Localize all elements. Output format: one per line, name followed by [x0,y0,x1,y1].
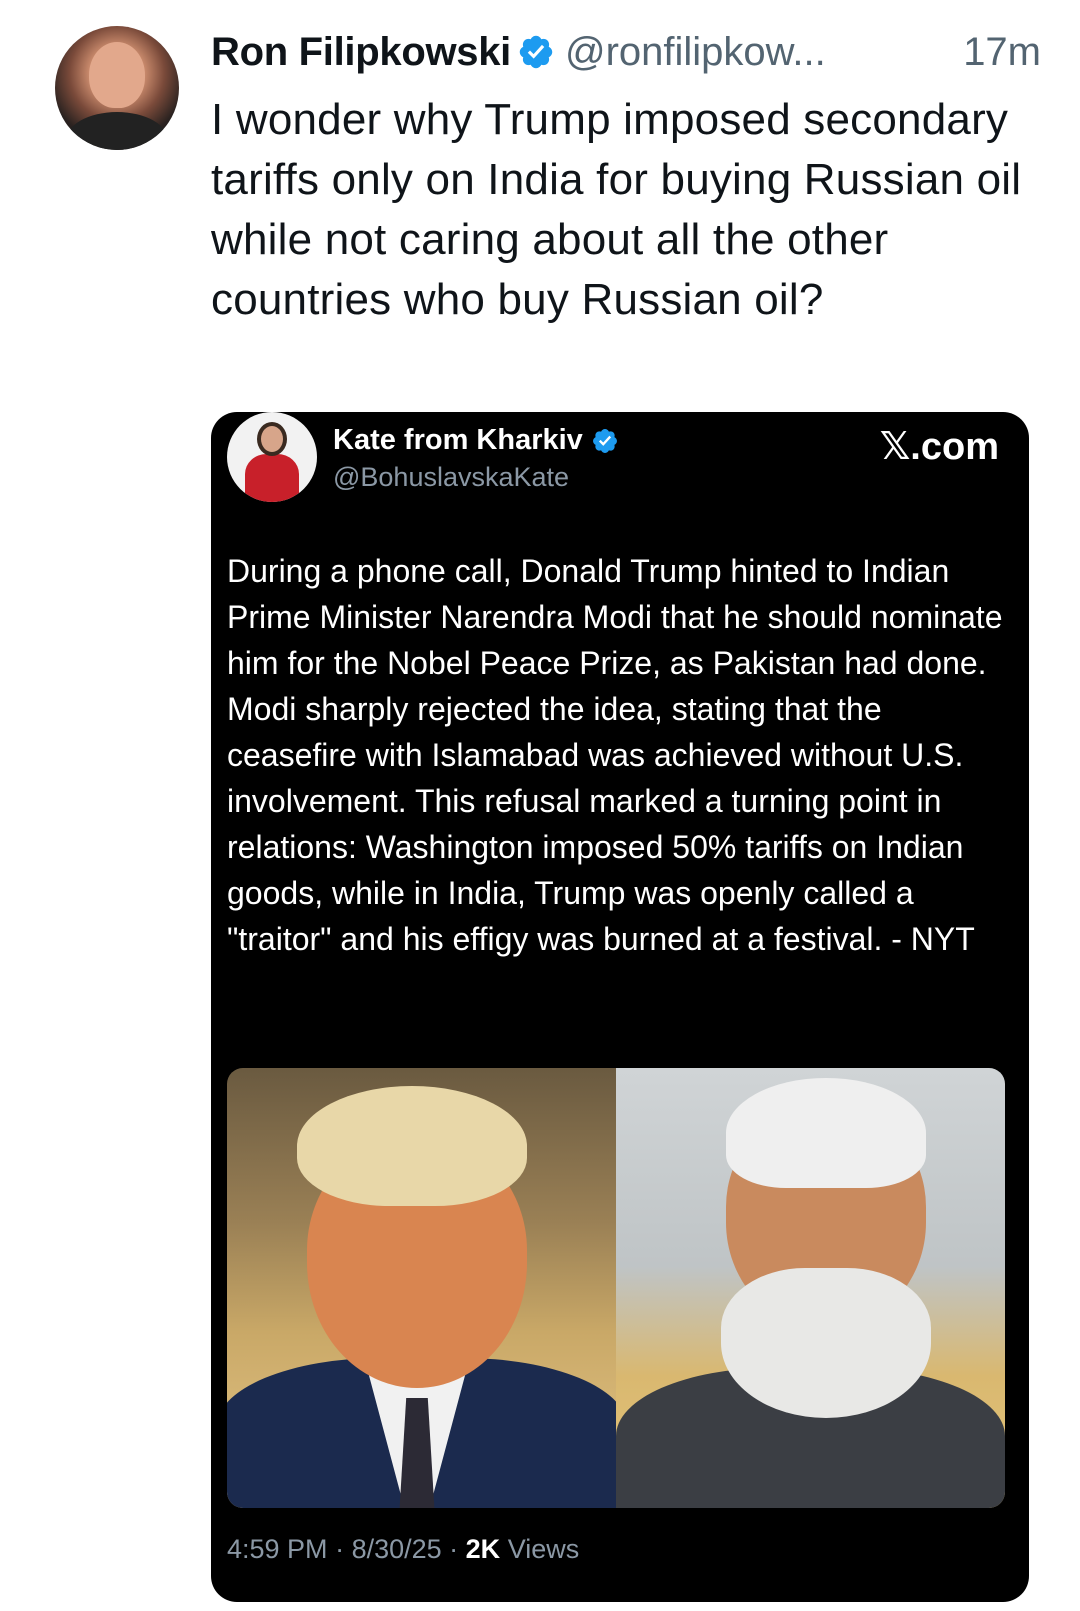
source-label: 𝕏.com [879,426,999,468]
avatar-dress [245,454,299,502]
avatar-face [261,426,283,452]
embedded-author-name-row: Kate from Kharkiv [333,424,619,457]
views-label: Views [507,1534,580,1564]
embedded-author-avatar[interactable] [227,412,317,502]
avatar-shirt [65,112,169,150]
photo-modi [616,1068,1005,1508]
post-timestamp[interactable]: 17m [963,30,1041,75]
meta-separator: · [441,1534,466,1564]
photo-beard [721,1268,931,1418]
embedded-post-text: During a phone call, Donald Trump hinted… [227,553,1003,957]
views-count: 2K [465,1534,501,1564]
embedded-post-card[interactable]: Kate from Kharkiv @BohuslavskaKate 𝕏.com… [211,412,1029,1602]
embedded-post-date[interactable]: 8/30/25 [352,1534,442,1564]
embedded-post-meta: 4:59 PM · 8/30/25 · 2K Views [227,1534,579,1565]
embedded-author-handle[interactable]: @BohuslavskaKate [333,462,569,493]
photo-hair [297,1086,527,1206]
embedded-author-name[interactable]: Kate from Kharkiv [333,424,583,457]
verified-badge-icon [519,35,553,69]
photo-hair [726,1078,926,1188]
post-text: I wonder why Trump imposed secondary tar… [211,95,1022,324]
post-header: Ron Filipkowski @ronfilipkow... 17m [211,22,1041,82]
author-avatar[interactable] [55,26,179,150]
author-handle[interactable]: @ronfilipkow... [565,30,826,75]
post: Ron Filipkowski @ronfilipkow... 17m I wo… [0,0,1080,1611]
author-name[interactable]: Ron Filipkowski [211,30,511,75]
embedded-post-time[interactable]: 4:59 PM [227,1534,328,1564]
photo-trump [227,1068,627,1508]
embedded-photo[interactable] [227,1068,1005,1508]
meta-separator: · [327,1534,352,1564]
avatar-head [89,42,145,108]
verified-badge-icon [592,428,617,453]
